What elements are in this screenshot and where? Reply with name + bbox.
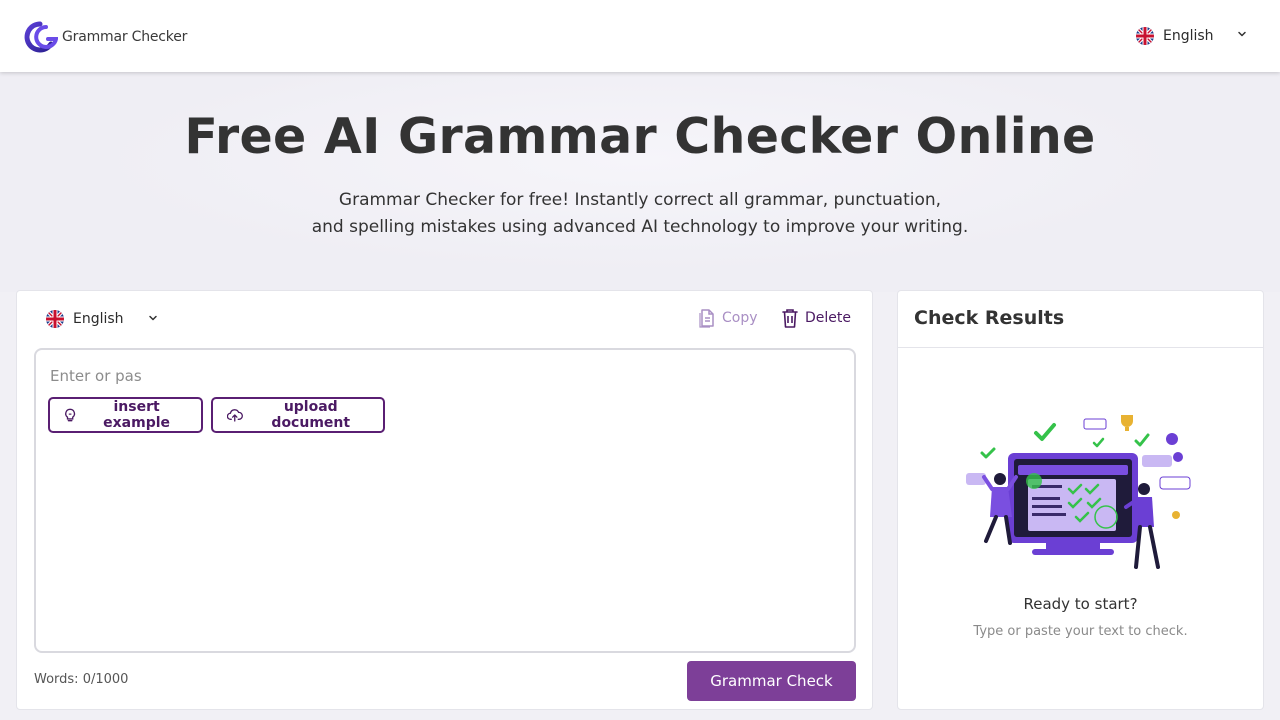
cloud-upload-icon	[227, 409, 243, 422]
grammar-check-button[interactable]: Grammar Check	[687, 661, 856, 701]
word-counter: Words: 0/1000	[34, 672, 129, 687]
uk-flag-icon	[1136, 27, 1154, 45]
subtitle-line-1: Grammar Checker for free! Instantly corr…	[338, 190, 942, 210]
text-input-area: insert example upload document	[34, 348, 856, 653]
results-panel: Check Results Ready to start? Type or pa…	[897, 290, 1264, 710]
upload-document-label: upload document	[271, 399, 351, 431]
text-language-selector[interactable]: English	[46, 309, 157, 329]
grammar-check-illustration	[966, 415, 1191, 569]
copy-icon	[699, 309, 714, 328]
trash-icon	[782, 309, 798, 328]
logo-icon	[24, 21, 58, 53]
copy-button[interactable]: Copy	[698, 308, 758, 328]
hero-background	[0, 72, 1280, 292]
insert-example-button[interactable]: insert example	[48, 397, 203, 433]
page-title: Free AI Grammar Checker Online	[184, 108, 1096, 165]
upload-document-button[interactable]: upload document	[211, 397, 385, 433]
insert-example-label: insert example	[103, 399, 171, 431]
logo-text: Grammar Checker	[62, 29, 188, 45]
results-title: Check Results	[914, 307, 1065, 329]
chevron-down-icon	[149, 315, 157, 321]
text-language-label: English	[73, 311, 124, 327]
subtitle-line-2: and spelling mistakes using advanced AI …	[311, 217, 969, 237]
delete-label: Delete	[805, 310, 851, 326]
ready-heading: Ready to start?	[1023, 595, 1138, 613]
results-header: Check Results	[898, 291, 1263, 348]
logo[interactable]: Grammar Checker	[24, 20, 187, 54]
top-header: Grammar Checker English	[0, 0, 1280, 72]
uk-flag-icon	[46, 310, 64, 328]
editor-panel: English Copy Delete Enter or pas insert …	[16, 290, 873, 710]
site-language-label: English	[1163, 28, 1214, 44]
text-input[interactable]	[36, 350, 854, 651]
ready-hint: Type or paste your text to check.	[973, 624, 1188, 639]
copy-label: Copy	[722, 310, 758, 326]
delete-button[interactable]: Delete	[781, 308, 851, 328]
lightbulb-icon	[65, 408, 76, 422]
chevron-down-icon	[1238, 31, 1246, 37]
page-subtitle: Grammar Checker for free! Instantly corr…	[0, 187, 1280, 241]
site-language-selector[interactable]: English	[1136, 24, 1246, 48]
